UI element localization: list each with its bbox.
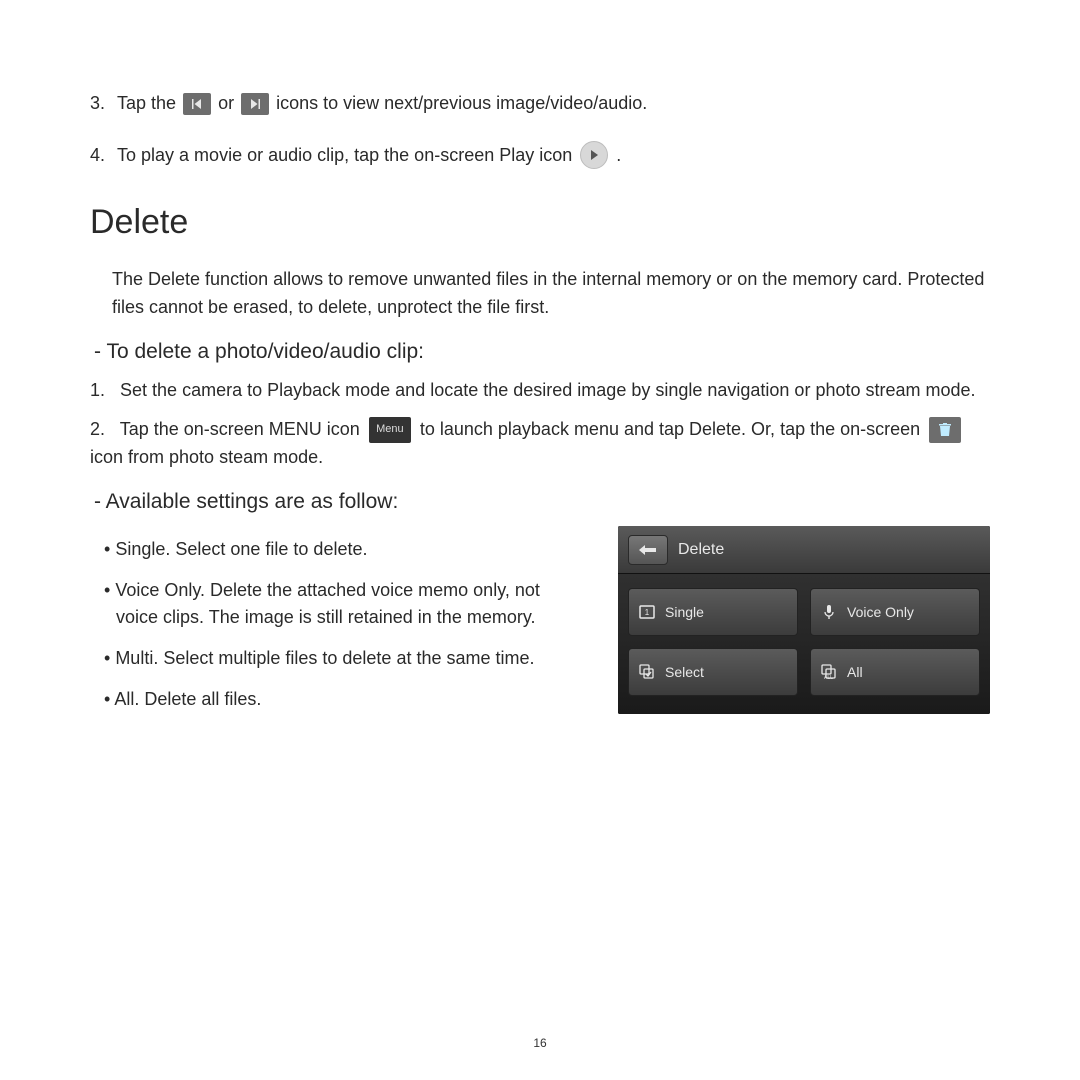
subhead-available-settings: Available settings are as follow:: [94, 490, 990, 514]
svg-text:ALL: ALL: [824, 675, 833, 680]
page-number: 16: [0, 1036, 1080, 1050]
step-3: 3. Tap the or icons to view next/previou…: [90, 90, 990, 117]
tile-select[interactable]: Select: [628, 648, 798, 696]
bullet-voice-only: Voice Only. Delete the attached voice me…: [104, 577, 582, 631]
next-icon: [241, 93, 269, 115]
tile-voice-only-label: Voice Only: [847, 604, 914, 620]
tile-single[interactable]: 1 Single: [628, 588, 798, 636]
delete-intro: The Delete function allows to remove unw…: [112, 266, 990, 322]
screenshot-header: Delete: [618, 526, 990, 574]
delete-step-2-number: 2.: [90, 419, 105, 439]
prev-icon: [183, 93, 211, 115]
screenshot-title: Delete: [678, 541, 724, 559]
step-3-text-a: Tap the: [117, 90, 176, 117]
section-title-delete: Delete: [90, 203, 990, 242]
step-4: 4. To play a movie or audio clip, tap th…: [90, 141, 990, 169]
trash-icon: [929, 417, 961, 443]
delete-step-2-text-b: to launch playback menu and tap Delete. …: [420, 419, 920, 439]
settings-bullets: Single. Select one file to delete. Voice…: [90, 526, 582, 727]
tile-voice-only[interactable]: Voice Only: [810, 588, 980, 636]
menu-icon: Menu: [369, 417, 411, 443]
svg-text:1: 1: [645, 608, 650, 617]
delete-step-1-text: Set the camera to Playback mode and loca…: [120, 380, 976, 400]
back-button[interactable]: [628, 535, 668, 565]
play-icon: [580, 141, 608, 169]
bullet-all: All. Delete all files.: [104, 686, 582, 713]
bullet-single: Single. Select one file to delete.: [104, 536, 582, 563]
tile-select-label: Select: [665, 664, 704, 680]
tile-all-label: All: [847, 664, 863, 680]
subhead-to-delete: To delete a photo/video/audio clip:: [94, 340, 990, 364]
step-4-end: .: [616, 142, 621, 169]
step-4-number: 4.: [90, 142, 105, 169]
delete-step-1: 1. Set the camera to Playback mode and l…: [90, 376, 990, 405]
step-3-text-b: icons to view next/previous image/video/…: [276, 90, 647, 117]
delete-step-1-number: 1.: [90, 380, 105, 400]
delete-menu-screenshot: Delete 1 Single Voice Only Select ALL Al…: [618, 526, 990, 714]
bullet-multi: Multi. Select multiple files to delete a…: [104, 645, 582, 672]
tile-single-label: Single: [665, 604, 704, 620]
delete-step-2-text-c: icon from photo steam mode.: [90, 447, 323, 467]
step-3-number: 3.: [90, 90, 105, 117]
step-4-text: To play a movie or audio clip, tap the o…: [117, 142, 572, 169]
delete-step-2-text-a: Tap the on-screen MENU icon: [120, 419, 360, 439]
step-3-or: or: [218, 90, 234, 117]
delete-step-2: 2. Tap the on-screen MENU icon Menu to l…: [90, 415, 990, 473]
tile-all[interactable]: ALL All: [810, 648, 980, 696]
